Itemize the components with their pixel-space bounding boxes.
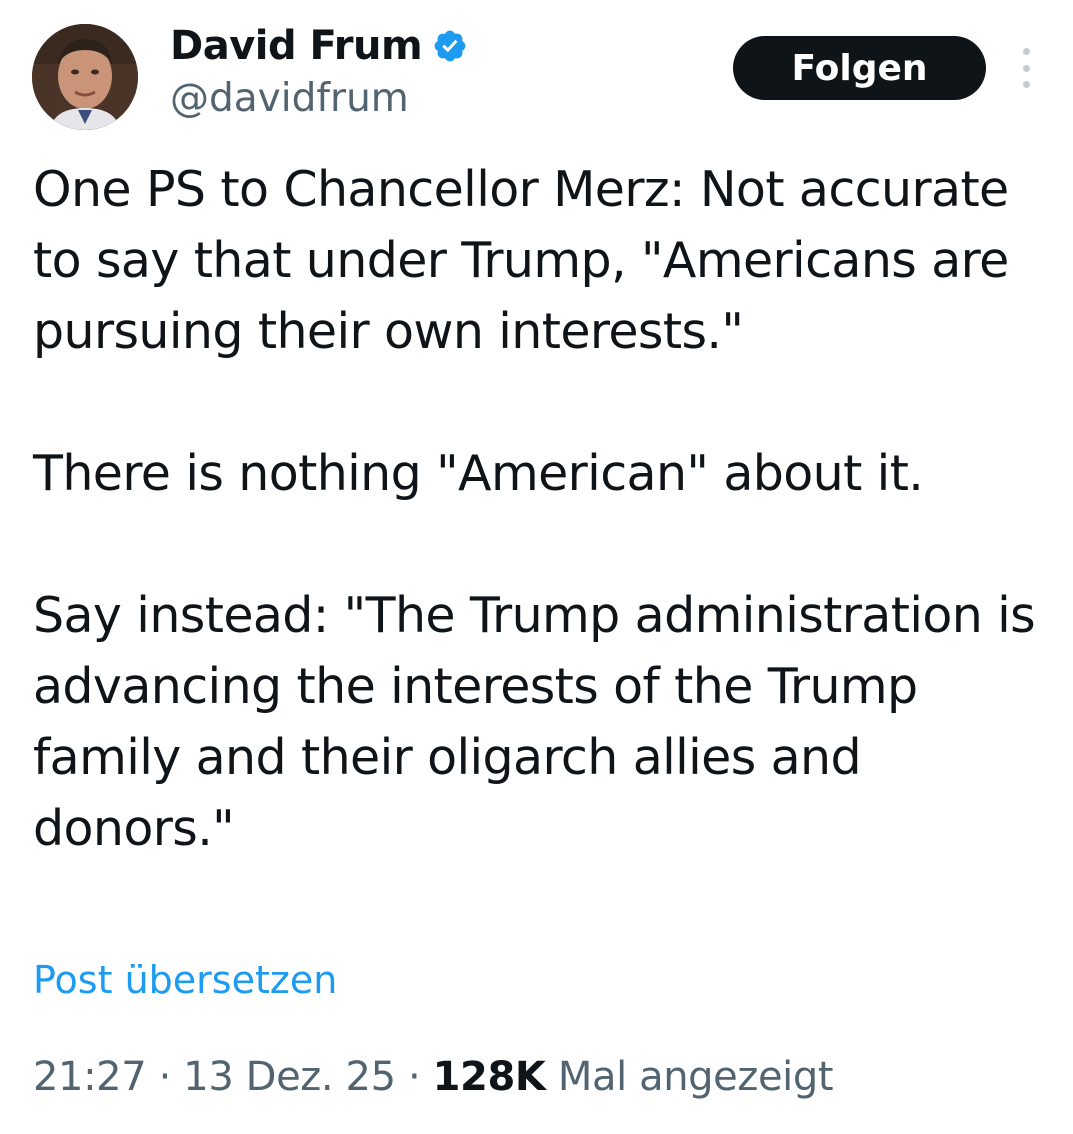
verified-badge-icon [432, 28, 468, 64]
translate-post-link[interactable]: Post übersetzen [33, 958, 337, 1002]
more-options-icon[interactable] [1012, 48, 1040, 88]
views-label[interactable]: Mal angezeigt [558, 1054, 834, 1100]
author-display-name[interactable]: David Frum [170, 23, 423, 69]
meta-separator: · [158, 1054, 172, 1100]
avatar-photo [32, 24, 138, 130]
more-dot [1022, 48, 1030, 55]
tweet-metadata: 21:27 · 13 Dez. 25 · 128K Mal angezeigt [33, 1054, 834, 1100]
follow-button[interactable]: Folgen [733, 36, 986, 100]
tweet-paragraph: Say instead: "The Trump administration i… [33, 587, 1036, 857]
views-count[interactable]: 128K [433, 1054, 546, 1100]
tweet-paragraph: There is nothing "American" about it. [33, 445, 924, 502]
tweet-date[interactable]: 13 Dez. 25 [183, 1054, 396, 1100]
tweet-text: One PS to Chancellor Merz: Not accurate … [33, 154, 1053, 864]
author-name-row[interactable]: David Frum [170, 20, 468, 72]
avatar[interactable] [32, 24, 138, 130]
more-dot [1022, 64, 1030, 72]
tweet-time[interactable]: 21:27 [33, 1054, 147, 1100]
meta-separator: · [407, 1054, 421, 1100]
author-handle[interactable]: @davidfrum [170, 76, 409, 121]
tweet-paragraph: One PS to Chancellor Merz: Not accurate … [33, 161, 1009, 360]
more-dot [1022, 81, 1030, 88]
